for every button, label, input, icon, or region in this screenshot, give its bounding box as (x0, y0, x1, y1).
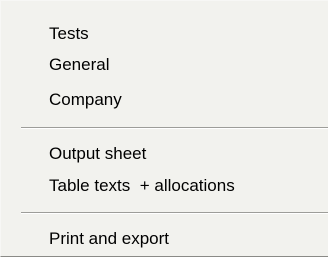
menu-item-tests[interactable]: Tests (49, 22, 89, 46)
menu-item-general[interactable]: General (49, 53, 109, 77)
menu-item-company[interactable]: Company (49, 88, 122, 112)
menu-item-table-texts-allocations[interactable]: Table texts + allocations (49, 174, 235, 198)
menu-separator (21, 127, 328, 129)
menu-item-print-and-export[interactable]: Print and export (49, 227, 169, 251)
menu-separator (21, 212, 328, 214)
menu-item-output-sheet[interactable]: Output sheet (49, 142, 146, 166)
context-menu: Tests General Company Output sheet Table… (0, 0, 328, 257)
